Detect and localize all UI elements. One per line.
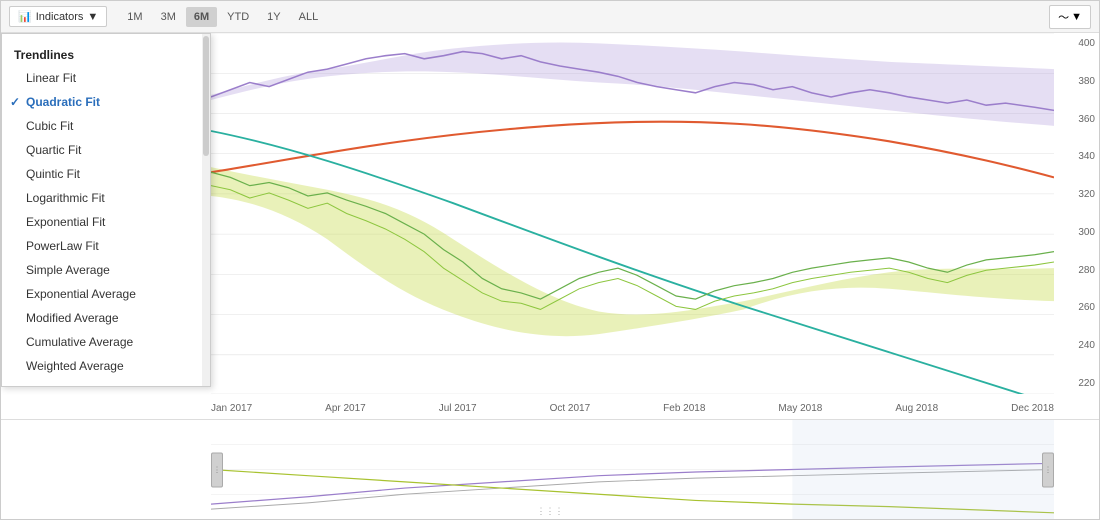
mini-handle-right[interactable]: ⋮ xyxy=(1042,452,1054,487)
x-label-oct2017: Oct 2017 xyxy=(550,403,591,414)
red-fit-line xyxy=(211,122,1054,178)
x-label-aug2018: Aug 2018 xyxy=(895,403,938,414)
dropdown-item-linear-fit[interactable]: Linear Fit xyxy=(2,66,210,90)
dropdown-item-quartic-fit[interactable]: Quartic Fit xyxy=(2,138,210,162)
chart-area: Trendlines Linear Fit Quadratic Fit Cubi… xyxy=(1,33,1099,519)
x-axis: Jan 2017 Apr 2017 Jul 2017 Oct 2017 Feb … xyxy=(211,397,1054,419)
yellow-band xyxy=(211,167,1054,336)
mini-chart-svg xyxy=(211,420,1054,519)
line-chart-icon: 〜 xyxy=(1058,9,1069,25)
x-label-jan2017: Jan 2017 xyxy=(211,403,252,414)
toolbar: 📊 Indicators ▼ 1M 3M 6M YTD 1Y ALL 〜 ▼ xyxy=(1,1,1099,33)
mini-selection xyxy=(792,420,1054,519)
mini-handle-left[interactable]: ⋮ xyxy=(211,452,223,487)
dropdown-scrollbar-thumb xyxy=(203,36,209,156)
period-all[interactable]: ALL xyxy=(291,7,327,27)
y-label-400: 400 xyxy=(1058,38,1095,49)
dropdown-item-simple-average[interactable]: Simple Average xyxy=(2,258,210,282)
chart-type-button[interactable]: 〜 ▼ xyxy=(1049,5,1091,29)
y-axis: 400 380 360 340 320 300 280 260 240 220 xyxy=(1054,33,1099,394)
y-label-320: 320 xyxy=(1058,189,1095,200)
dropdown-item-quadratic-fit[interactable]: Quadratic Fit xyxy=(2,90,210,114)
chart-type-arrow: ▼ xyxy=(1071,11,1082,23)
y-label-240: 240 xyxy=(1058,340,1095,351)
y-label-220: 220 xyxy=(1058,378,1095,389)
dropdown-item-cubic-fit[interactable]: Cubic Fit xyxy=(2,114,210,138)
dropdown-header: Trendlines xyxy=(2,42,210,66)
indicators-button[interactable]: 📊 Indicators ▼ xyxy=(9,6,107,27)
app-container: 📊 Indicators ▼ 1M 3M 6M YTD 1Y ALL 〜 ▼ T… xyxy=(0,0,1100,520)
y-label-280: 280 xyxy=(1058,265,1095,276)
period-1m[interactable]: 1M xyxy=(119,7,150,27)
indicators-label: Indicators xyxy=(36,11,84,23)
x-label-dec2018: Dec 2018 xyxy=(1011,403,1054,414)
dropdown-item-logarithmic-fit[interactable]: Logarithmic Fit xyxy=(2,186,210,210)
period-1y[interactable]: 1Y xyxy=(259,7,288,27)
period-3m[interactable]: 3M xyxy=(153,7,184,27)
y-label-300: 300 xyxy=(1058,227,1095,238)
dropdown-item-cumulative-average[interactable]: Cumulative Average xyxy=(2,330,210,354)
dropdown-scrollbar[interactable] xyxy=(202,34,210,386)
chart-icon: 📊 xyxy=(18,10,32,23)
dropdown-arrow: ▼ xyxy=(87,11,98,23)
y-label-380: 380 xyxy=(1058,76,1095,87)
dropdown-item-powerlaw-fit[interactable]: PowerLaw Fit xyxy=(2,234,210,258)
x-label-may2018: May 2018 xyxy=(778,403,822,414)
dropdown-item-modified-average[interactable]: Modified Average xyxy=(2,306,210,330)
main-chart-svg xyxy=(211,33,1054,394)
dropdown-item-exponential-fit[interactable]: Exponential Fit xyxy=(2,210,210,234)
mini-bottom-marker: ⋮⋮⋮ xyxy=(537,506,564,517)
y-label-360: 360 xyxy=(1058,114,1095,125)
dropdown-item-weighted-average[interactable]: Weighted Average xyxy=(2,354,210,378)
dropdown-item-exponential-average[interactable]: Exponential Average xyxy=(2,282,210,306)
y-label-340: 340 xyxy=(1058,151,1095,162)
y-label-260: 260 xyxy=(1058,302,1095,313)
period-ytd[interactable]: YTD xyxy=(219,7,257,27)
dropdown-menu: Trendlines Linear Fit Quadratic Fit Cubi… xyxy=(1,33,211,387)
mini-chart: ⋮ ⋮ ⋮⋮⋮ xyxy=(1,419,1099,519)
period-6m[interactable]: 6M xyxy=(186,7,217,27)
period-group: 1M 3M 6M YTD 1Y ALL xyxy=(119,7,326,27)
x-label-apr2017: Apr 2017 xyxy=(325,403,366,414)
x-label-jul2017: Jul 2017 xyxy=(439,403,477,414)
x-label-feb2018: Feb 2018 xyxy=(663,403,705,414)
dropdown-item-quintic-fit[interactable]: Quintic Fit xyxy=(2,162,210,186)
